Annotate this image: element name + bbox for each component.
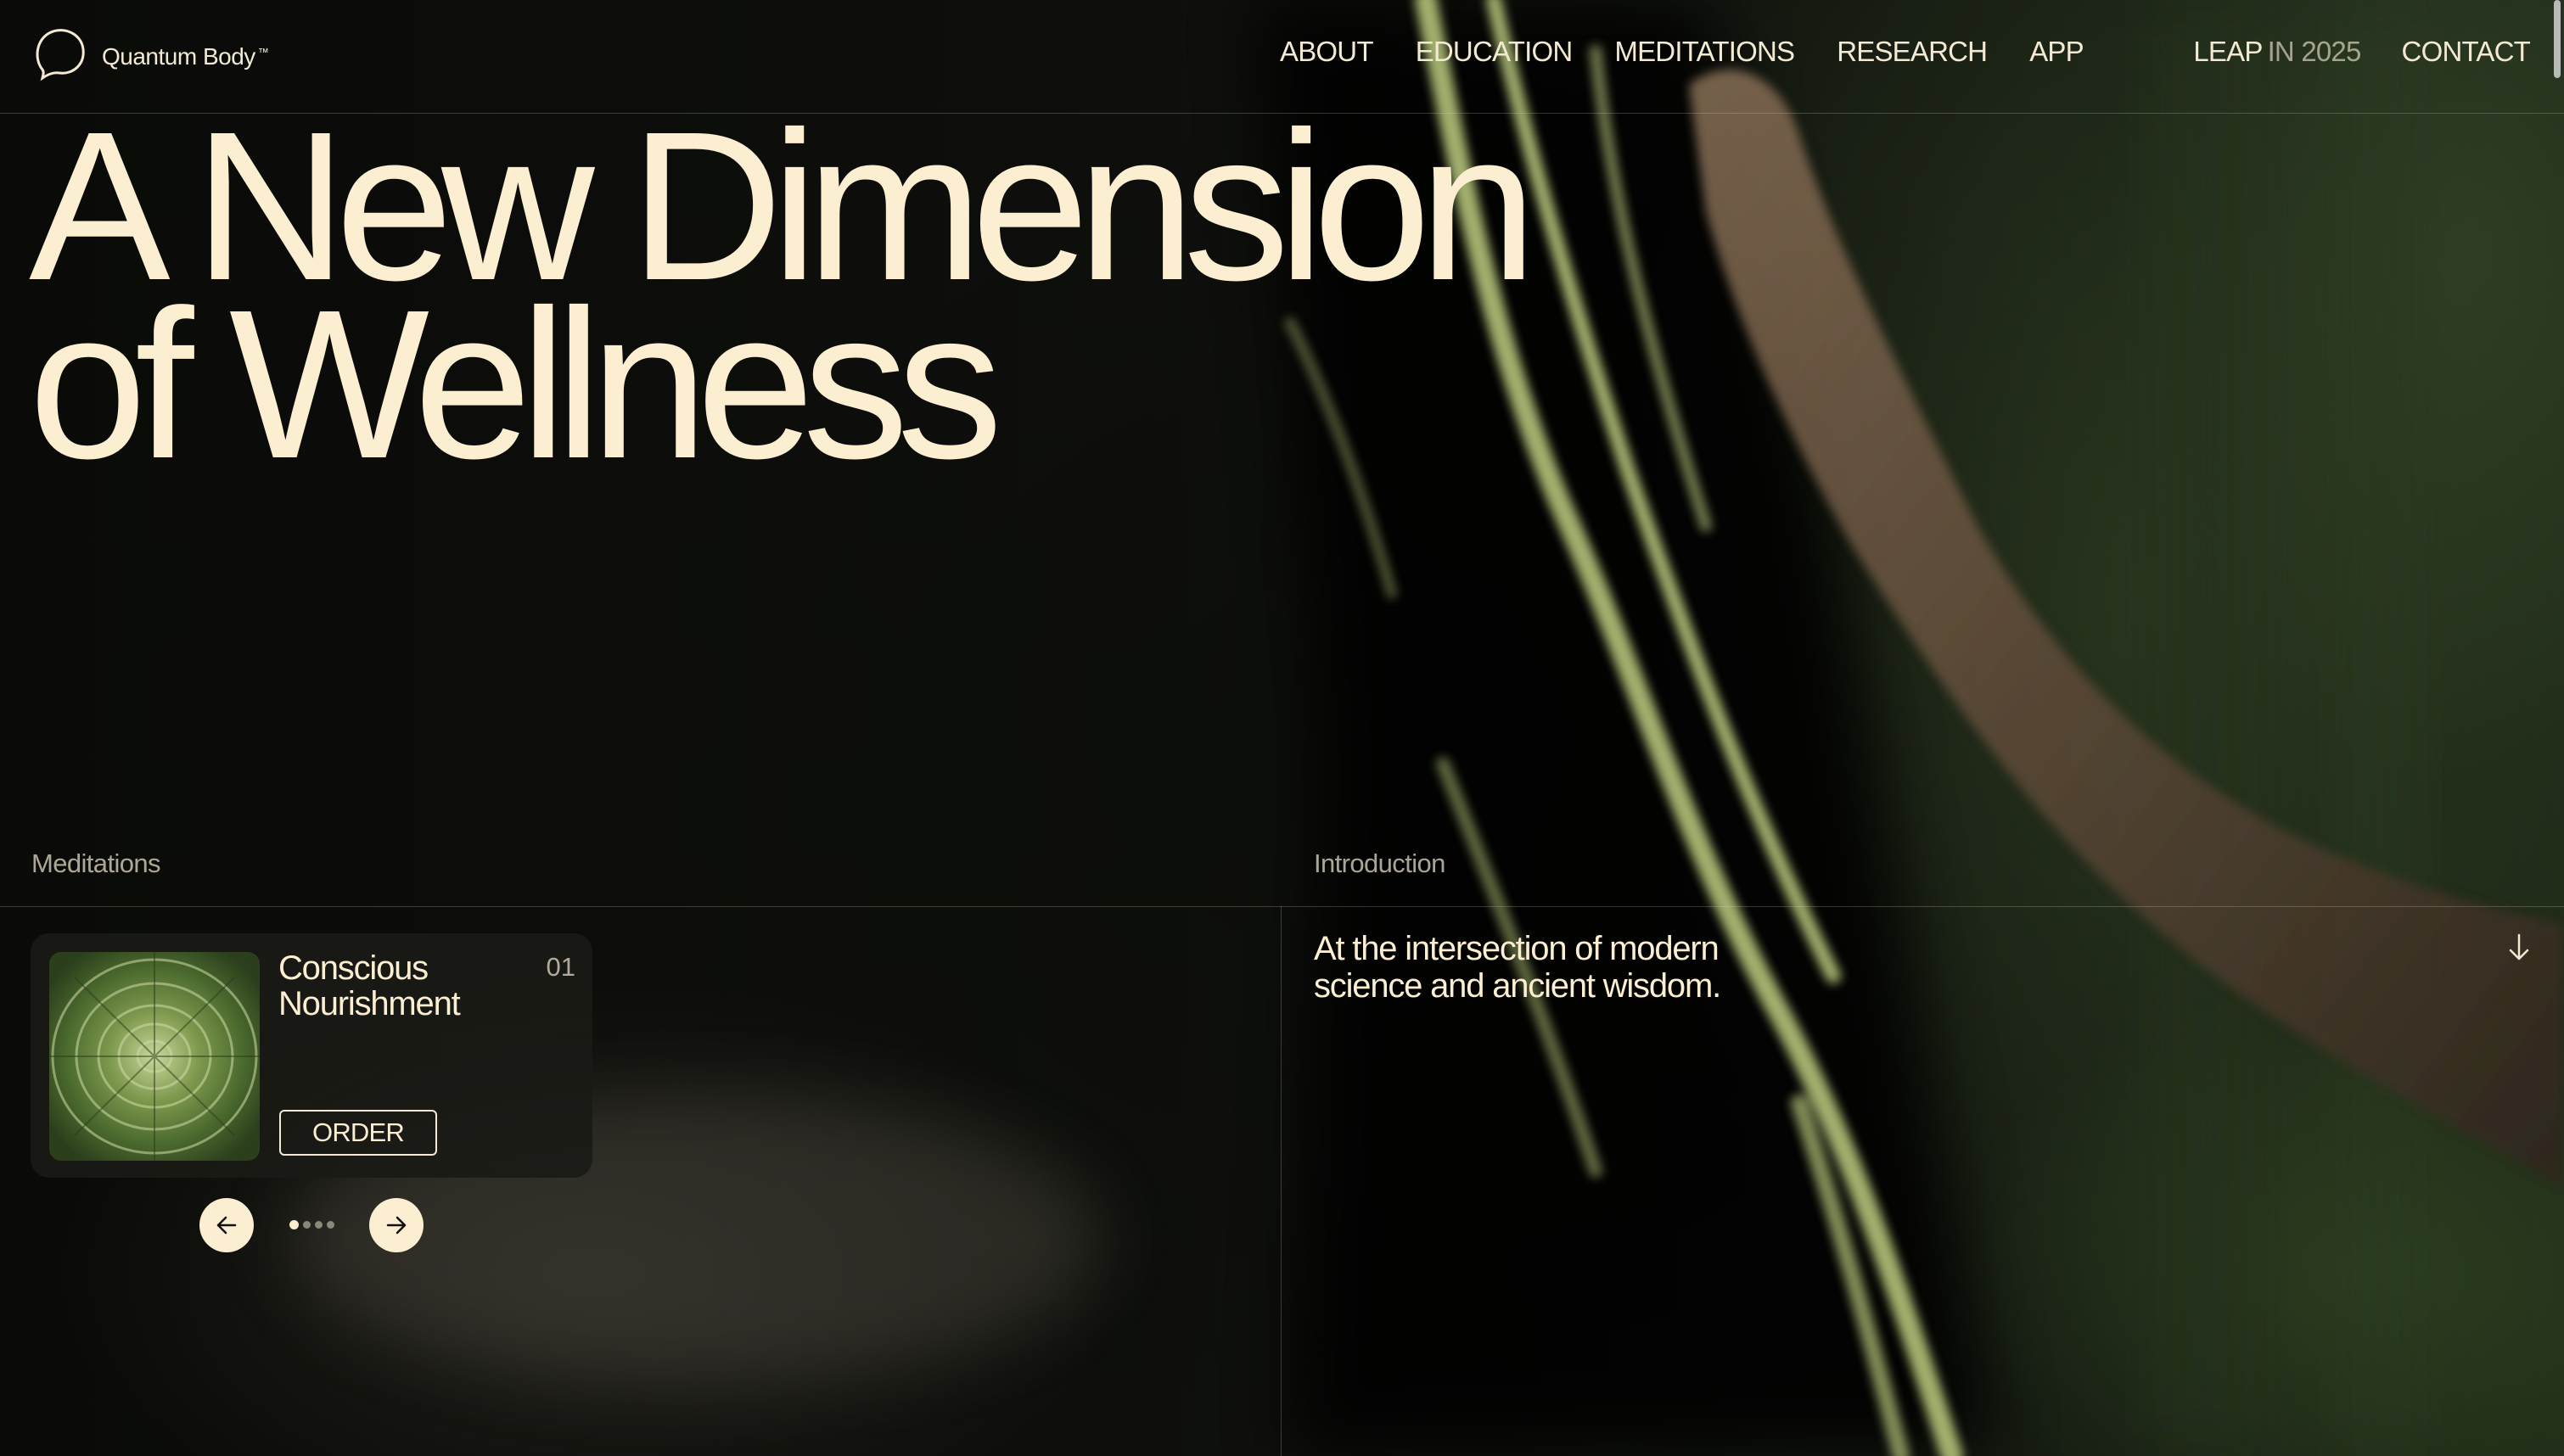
quantum-body-logo-icon — [36, 29, 85, 81]
trademark-symbol: ™ — [257, 45, 269, 59]
carousel-controls — [199, 1198, 425, 1254]
succulent-rosette-image — [49, 952, 260, 1161]
arrow-down-icon[interactable] — [2505, 930, 2533, 964]
carousel-prev-button[interactable] — [199, 1198, 254, 1252]
introduction-text: At the intersection of modern science an… — [1314, 930, 1840, 1005]
brand-logo[interactable]: Quantum Body ™ — [31, 22, 269, 83]
arrow-right-icon — [386, 1216, 407, 1235]
hero-headline: A New Dimension of Wellness — [29, 100, 1537, 490]
nav-about[interactable]: ABOUT — [1280, 36, 1373, 68]
nav-leap-link[interactable]: LEAP IN 2025 — [2193, 36, 2362, 68]
nav-education[interactable]: EDUCATION — [1416, 36, 1574, 68]
main-nav: ABOUT EDUCATION MEDITATIONS RESEARCH APP — [1280, 36, 2126, 68]
meditations-section-label: Meditations — [31, 848, 161, 878]
horizontal-divider — [0, 906, 2564, 907]
arrow-left-icon — [216, 1216, 237, 1235]
carousel-dot-3[interactable] — [315, 1221, 323, 1229]
nav-contact[interactable]: CONTACT — [2402, 36, 2531, 68]
intro-text-line-1: At the intersection of modern — [1314, 930, 1720, 967]
brand-name: Quantum Body ™ — [102, 43, 269, 70]
carousel-next-button[interactable] — [369, 1198, 424, 1252]
vertical-divider — [1281, 906, 1282, 1456]
card-title-line-1: Conscious — [278, 949, 429, 987]
nav-research[interactable]: RESEARCH — [1837, 36, 1988, 68]
carousel-dot-2[interactable] — [303, 1221, 311, 1229]
page-scrollbar[interactable] — [2554, 0, 2561, 78]
leap-label: LEAP — [2193, 36, 2263, 67]
meditation-card-title: Conscious Nourishment — [278, 949, 461, 1022]
order-button[interactable]: ORDER — [279, 1110, 437, 1156]
nav-app[interactable]: APP — [2029, 36, 2084, 68]
meditation-card[interactable]: Conscious Nourishment 01 ORDER — [31, 933, 592, 1178]
intro-text-line-2: science and ancient wisdom. — [1314, 967, 1721, 1005]
card-title-line-2: Nourishment — [278, 985, 461, 1022]
leap-year: IN 2025 — [2267, 36, 2362, 67]
carousel-dots — [289, 1220, 339, 1229]
introduction-section-label: Introduction — [1314, 848, 1445, 878]
nav-right-group: LEAP IN 2025 CONTACT — [2193, 36, 2530, 68]
carousel-dot-1[interactable] — [289, 1220, 299, 1229]
carousel-dot-4[interactable] — [327, 1221, 334, 1229]
meditation-card-number: 01 — [546, 952, 575, 982]
nav-meditations[interactable]: MEDITATIONS — [1614, 36, 1795, 68]
